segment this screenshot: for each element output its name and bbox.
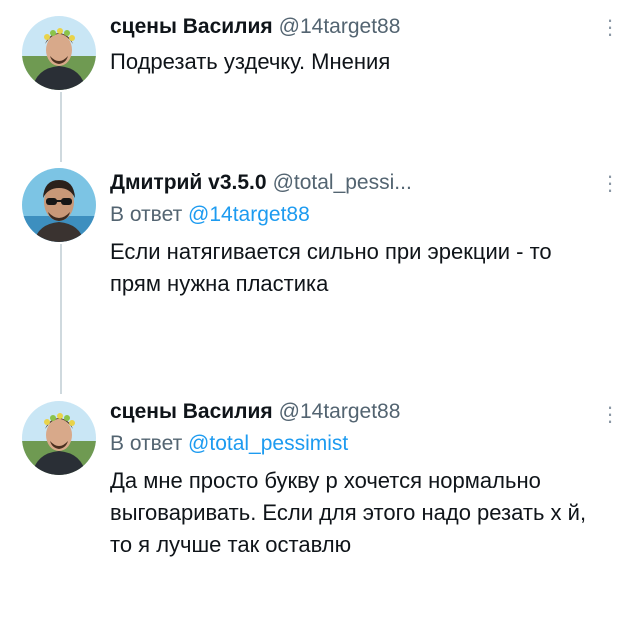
more-vertical-icon[interactable]: · · ·: [602, 165, 618, 201]
author-handle[interactable]: @total_pessi...: [273, 171, 412, 194]
reply-prefix: В ответ: [110, 203, 183, 226]
tweet[interactable]: Дмитрий v3.5.0 @total_pessi... В ответ @1…: [0, 160, 640, 320]
tweet-header: сцены Василия @14target88: [110, 399, 600, 425]
tweet-text: Да мне просто букву р хочется нормально …: [110, 468, 587, 557]
tweet[interactable]: сцены Василия @14target88 Подрезать уздеч…: [0, 0, 640, 110]
more-vertical-icon[interactable]: · · ·: [602, 9, 618, 45]
tweet-header: сцены Василия @14target88: [110, 14, 600, 40]
author-name[interactable]: сцены Василия: [110, 400, 273, 423]
reply-mention-link[interactable]: @total_pessimist: [188, 432, 348, 455]
author-handle[interactable]: @14target88: [279, 400, 401, 423]
reply-mention-link[interactable]: @14target88: [188, 203, 310, 226]
avatar-man-with-flower-crown-icon: [22, 16, 96, 90]
reply-to-line: В ответ @14target88: [110, 202, 600, 228]
tweet-text: Подрезать уздечку. Мнения: [110, 49, 391, 74]
avatar[interactable]: [22, 401, 96, 475]
author-name[interactable]: сцены Василия: [110, 15, 273, 38]
tweet-header: Дмитрий v3.5.0 @total_pessi...: [110, 170, 600, 196]
author-handle[interactable]: @14target88: [279, 15, 401, 38]
avatar-man-with-sunglasses-icon: [22, 168, 96, 242]
tweet-text: Если натягивается сильно при эрекции - т…: [110, 239, 552, 296]
avatar[interactable]: [22, 16, 96, 90]
author-name[interactable]: Дмитрий v3.5.0: [110, 171, 267, 194]
more-vertical-icon[interactable]: · · ·: [602, 396, 618, 432]
avatar-man-with-flower-crown-icon: [22, 401, 96, 475]
reply-prefix: В ответ: [110, 432, 183, 455]
avatar[interactable]: [22, 168, 96, 242]
reply-to-line: В ответ @total_pessimist: [110, 431, 600, 457]
tweet[interactable]: сцены Василия @14target88 В ответ @total_…: [0, 385, 640, 636]
